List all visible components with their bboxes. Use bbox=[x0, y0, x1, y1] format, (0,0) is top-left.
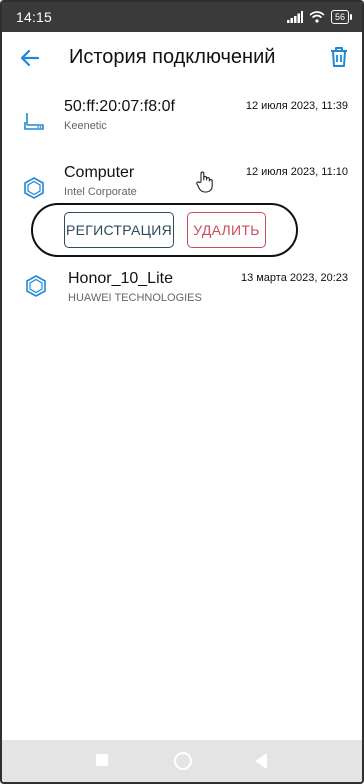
device-item-router[interactable]: 50:ff:20:07:f8:0f Keenetic 12 июля 2023,… bbox=[2, 94, 362, 150]
phone-screen: 14:15 56 История подключений 50:ff:20:07… bbox=[0, 0, 364, 784]
device-name: Honor_10_Lite bbox=[68, 270, 173, 287]
battery-level: 56 bbox=[330, 10, 349, 24]
device-date: 12 июля 2023, 11:10 bbox=[245, 166, 348, 178]
recent-apps-icon[interactable] bbox=[96, 754, 108, 766]
home-icon[interactable] bbox=[174, 752, 192, 770]
device-vendor: Intel Corporate bbox=[64, 186, 137, 198]
hexagon-device-icon bbox=[24, 177, 44, 199]
register-button[interactable]: РЕГИСТРАЦИЯ bbox=[64, 212, 174, 248]
delete-button[interactable]: УДАЛИТЬ bbox=[187, 212, 266, 248]
back-arrow-icon[interactable] bbox=[18, 46, 42, 70]
wifi-icon bbox=[309, 11, 325, 23]
status-bar: 14:15 56 bbox=[2, 2, 362, 32]
hexagon-device-icon bbox=[26, 275, 46, 297]
hand-cursor-icon bbox=[196, 171, 213, 193]
back-nav-icon[interactable] bbox=[255, 753, 267, 769]
status-time: 14:15 bbox=[16, 9, 53, 25]
signal-icon bbox=[286, 11, 303, 23]
device-date: 12 июля 2023, 11:39 bbox=[245, 100, 348, 112]
device-name: Computer bbox=[64, 164, 135, 181]
device-actions-panel: РЕГИСТРАЦИЯ УДАЛИТЬ bbox=[31, 203, 298, 257]
trash-icon[interactable] bbox=[328, 45, 350, 69]
device-name: 50:ff:20:07:f8:0f bbox=[64, 98, 175, 115]
page-title: История подключений bbox=[69, 46, 276, 68]
app-bar: История подключений bbox=[2, 32, 362, 84]
battery-icon: 56 bbox=[330, 10, 352, 24]
device-date: 13 марта 2023, 20:23 bbox=[240, 272, 348, 284]
device-vendor: Keenetic bbox=[64, 120, 107, 132]
device-vendor: HUAWEI TECHNOLOGIES bbox=[68, 292, 202, 304]
status-icons: 56 bbox=[286, 10, 352, 24]
system-nav-bar bbox=[2, 740, 362, 782]
device-item-honor[interactable]: Honor_10_Lite HUAWEI TECHNOLOGIES 13 мар… bbox=[2, 266, 362, 322]
router-icon bbox=[24, 113, 44, 130]
